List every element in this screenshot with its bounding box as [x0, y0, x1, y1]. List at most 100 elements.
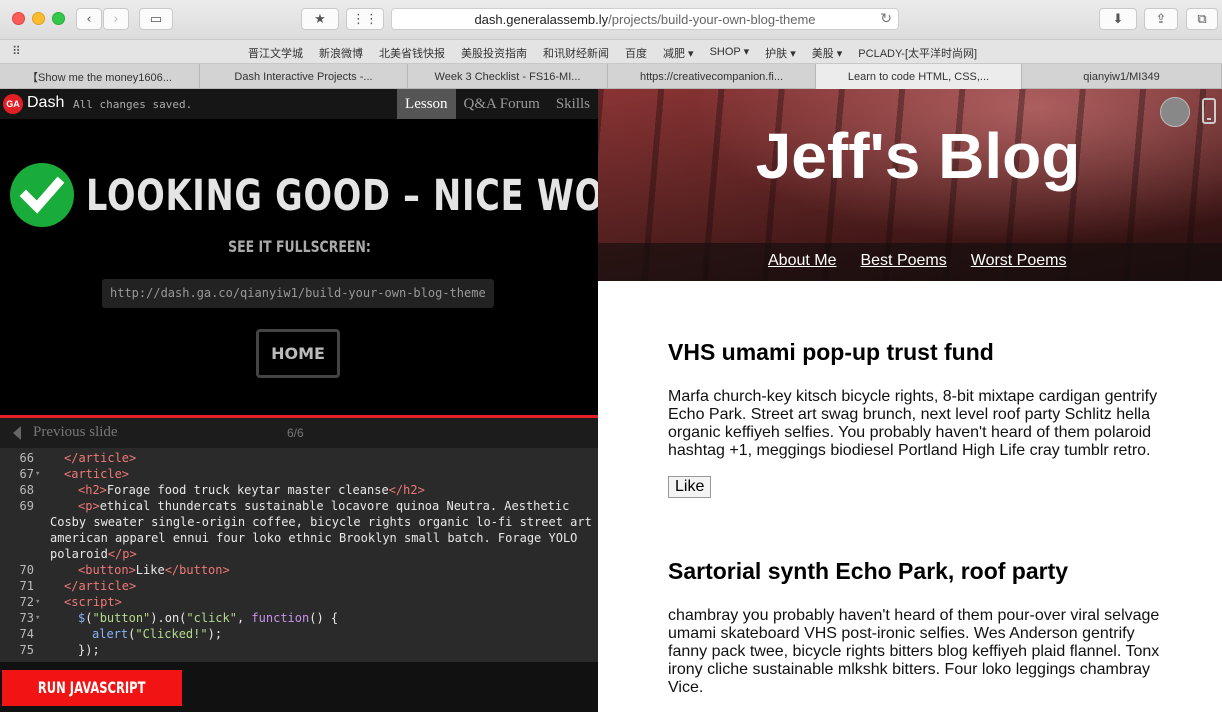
- post-body: chambray you probably haven't heard of t…: [668, 607, 1160, 696]
- bookmark-item[interactable]: 减肥 ▾: [663, 45, 694, 61]
- dash-title[interactable]: Dash: [27, 94, 64, 112]
- nav-best-poems[interactable]: Best Poems: [860, 252, 946, 270]
- bookmark-list: 晋江文学城 新浪微博 北美省钱快报 美股投资指南 和讯财经新闻 百度 减肥 ▾ SHOP ▾ 护…: [248, 45, 977, 61]
- browser-tab[interactable]: 【Show me the money1606...: [0, 64, 200, 89]
- bookmark-star-icon[interactable]: ★: [301, 8, 339, 30]
- bookmark-item[interactable]: 美股 ▾: [812, 45, 843, 61]
- top-sites-grid-icon[interactable]: ⋮⋮: [346, 8, 384, 30]
- code-text: american apparel ennui four loko ethnic …: [50, 531, 578, 545]
- tabs-overview-icon[interactable]: ⧉: [1186, 8, 1218, 30]
- browser-tab[interactable]: Week 3 Checklist - FS16-MI...: [408, 64, 608, 89]
- bookmarks-bar: ⠿ 晋江文学城 新浪微博 北美省钱快报 美股投资指南 和讯财经新闻 百度 减肥 ▾ SHOP …: [0, 40, 1222, 64]
- blog-nav: About Me Best Poems Worst Poems: [598, 243, 1222, 281]
- previous-slide-link[interactable]: Previous slide: [33, 424, 118, 441]
- close-window-button[interactable]: [12, 12, 25, 25]
- blog-title: Jeff's Blog: [755, 120, 1081, 192]
- code-line: 68 <h2>Forage food truck keytar master cl…: [0, 482, 598, 498]
- bookmark-item[interactable]: SHOP ▾: [710, 45, 750, 61]
- bookmark-item[interactable]: 新浪微博: [319, 45, 363, 61]
- post-title: Sartorial synth Echo Park, roof party: [668, 558, 1069, 584]
- code-line: 73 ▾ $("button").on("click", function() {: [0, 610, 598, 626]
- code-text: $("button").on("click", function() {: [78, 611, 339, 625]
- code-line: 67 ▾ <article>: [0, 466, 598, 482]
- browser-tab[interactable]: https://creativecompanion.fi...: [608, 64, 816, 89]
- preview-pane: Jeff's Blog About Me Best Poems Worst Po…: [598, 89, 1222, 712]
- post-title: VHS umami pop-up trust fund: [668, 339, 994, 365]
- nav-worst-poems[interactable]: Worst Poems: [971, 252, 1067, 270]
- fold-arrow-icon[interactable]: ▾: [35, 466, 40, 482]
- reload-icon[interactable]: ↻: [880, 11, 892, 27]
- code-line: 70 <button>Like</button>: [0, 562, 598, 578]
- code-text: <p>ethical thundercats sustainable locav…: [78, 499, 570, 513]
- line-number: 70: [19, 563, 34, 577]
- nav-lesson[interactable]: Lesson: [397, 89, 456, 119]
- code-editor[interactable]: 66 </article> 67 ▾ <article> 68 <h2>Forage foo…: [0, 448, 598, 662]
- nav-about-me[interactable]: About Me: [768, 252, 836, 270]
- code-text: <button>Like</button>: [78, 563, 230, 577]
- code-text: <article>: [64, 467, 130, 481]
- bookmark-item[interactable]: 和讯财经新闻: [543, 45, 609, 61]
- blog-post: Sartorial synth Echo Park, roof party ch…: [668, 558, 1168, 697]
- code-text: </article>: [64, 451, 137, 465]
- blog-post: VHS umami pop-up trust fund Marfa church…: [668, 339, 1168, 498]
- tab-strip: 【Show me the money1606... Dash Interactiv…: [0, 64, 1222, 89]
- url-host: dash.generalassemb.ly: [474, 11, 609, 27]
- code-text: });: [78, 643, 100, 657]
- bookmark-item[interactable]: 护肤 ▾: [765, 45, 796, 61]
- share-icon[interactable]: ⇪: [1144, 8, 1178, 30]
- line-number: 71: [19, 579, 34, 593]
- zoom-window-button[interactable]: [52, 12, 65, 25]
- previous-arrow-icon[interactable]: [13, 426, 21, 440]
- line-number: 74: [19, 627, 34, 641]
- blog-hero: Jeff's Blog About Me Best Poems Worst Po…: [598, 89, 1222, 281]
- code-text: Cosby sweater single-origin coffee, bicy…: [50, 515, 592, 529]
- code-line: 71 </article>: [0, 578, 598, 594]
- line-number: 73: [19, 611, 34, 625]
- like-button[interactable]: Like: [668, 476, 712, 498]
- browser-toolbar: ‹ › ▭ ★ ⋮⋮ dash.generalassemb.ly/project…: [0, 0, 1222, 40]
- home-button[interactable]: HOME: [256, 329, 340, 378]
- avatar[interactable]: [1160, 97, 1190, 127]
- mobile-preview-icon[interactable]: [1202, 98, 1216, 124]
- code-line: polaroid</p>: [0, 546, 598, 562]
- url-path: /projects/build-your-own-blog-theme: [608, 11, 816, 27]
- back-icon[interactable]: ‹: [76, 8, 102, 30]
- line-number: 69: [19, 499, 34, 513]
- line-number: 67: [19, 467, 34, 481]
- code-text: <h2>Forage food truck keytar master clea…: [78, 483, 425, 497]
- bookmark-item[interactable]: PCLADY-[太平洋时尚网]: [858, 45, 977, 61]
- code-line: 69 <p>ethical thundercats sustainable loc…: [0, 498, 598, 514]
- nav-qa-forum[interactable]: Q&A Forum: [456, 89, 548, 119]
- fold-arrow-icon[interactable]: ▾: [35, 594, 40, 610]
- run-bar: RUN JAVASCRIPT: [0, 662, 598, 712]
- run-javascript-button[interactable]: RUN JAVASCRIPT: [2, 670, 182, 706]
- browser-tab[interactable]: Learn to code HTML, CSS,...: [816, 64, 1022, 89]
- browser-tab[interactable]: Dash Interactive Projects -...: [200, 64, 408, 89]
- sidebar-icon[interactable]: ▭: [139, 8, 173, 30]
- browser-tab[interactable]: qianyiw1/MI349: [1022, 64, 1222, 89]
- bookmark-item[interactable]: 美股投资指南: [461, 45, 527, 61]
- apps-grid-icon[interactable]: ⠿: [12, 44, 21, 58]
- checkmark-icon: [10, 163, 74, 227]
- line-number: 72: [19, 595, 34, 609]
- code-line: 72 ▾ <script>: [0, 594, 598, 610]
- bookmark-item[interactable]: 百度: [625, 45, 647, 61]
- downloads-icon[interactable]: ⬇: [1099, 8, 1137, 30]
- ga-logo[interactable]: GA: [3, 94, 23, 114]
- bookmark-item[interactable]: 北美省钱快报: [379, 45, 445, 61]
- code-line: 75});: [0, 642, 598, 658]
- success-heading: LOOKING GOOD – NICE WORK!: [86, 171, 674, 221]
- nav-skills[interactable]: Skills: [548, 89, 598, 119]
- fullscreen-url[interactable]: http://dash.ga.co/qianyiw1/build-your-ow…: [102, 279, 494, 308]
- code-line: american apparel ennui four loko ethnic …: [0, 530, 598, 546]
- dash-header: GA Dash All changes saved. Lesson Q&A Fo…: [0, 89, 598, 119]
- code-text: polaroid</p>: [50, 547, 137, 561]
- bookmark-item[interactable]: 晋江文学城: [248, 45, 303, 61]
- forward-icon[interactable]: ›: [103, 8, 129, 30]
- minimize-window-button[interactable]: [32, 12, 45, 25]
- line-number: 68: [19, 483, 34, 497]
- fullscreen-label: SEE IT FULLSCREEN:: [227, 237, 371, 256]
- code-text: alert("Clicked!");: [92, 627, 223, 641]
- fold-arrow-icon[interactable]: ▾: [35, 610, 40, 626]
- address-bar[interactable]: dash.generalassemb.ly/projects/build-you…: [391, 8, 899, 30]
